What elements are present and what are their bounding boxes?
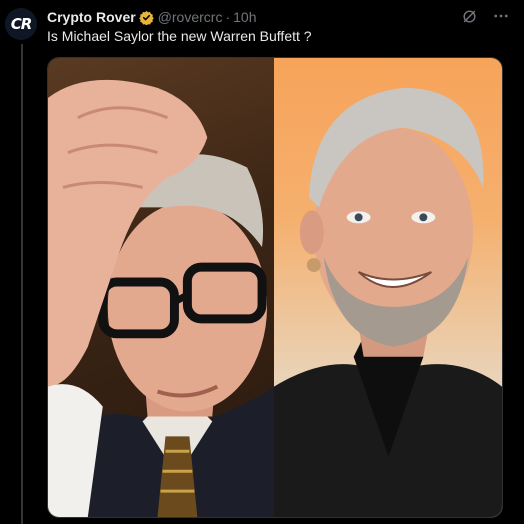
- author-display-name[interactable]: Crypto Rover: [47, 9, 136, 25]
- tweet-text: Is Michael Saylor the new Warren Buffett…: [47, 28, 312, 44]
- tweet-header: Crypto Rover @rovercrc · 10h: [47, 7, 257, 27]
- verified-badge-icon: [138, 10, 154, 25]
- smiling-gray-haired-man-photo[interactable]: [274, 58, 502, 517]
- tweet-actions: [460, 7, 510, 25]
- avatar-logo: CR: [10, 15, 33, 33]
- man-with-glasses-hand-on-head-photo[interactable]: [48, 58, 274, 517]
- avatar[interactable]: CR: [5, 8, 37, 40]
- author-handle[interactable]: @rovercrc: [158, 9, 223, 25]
- timestamp[interactable]: 10h: [233, 9, 256, 25]
- separator-dot: ·: [225, 9, 231, 25]
- tweet-card[interactable]: CR Crypto Rover @rovercrc · 10h Is Micha…: [0, 0, 524, 524]
- grok-icon[interactable]: [460, 7, 478, 25]
- tweet-media[interactable]: [47, 57, 503, 518]
- more-icon[interactable]: [492, 7, 510, 25]
- thread-line: [21, 44, 23, 524]
